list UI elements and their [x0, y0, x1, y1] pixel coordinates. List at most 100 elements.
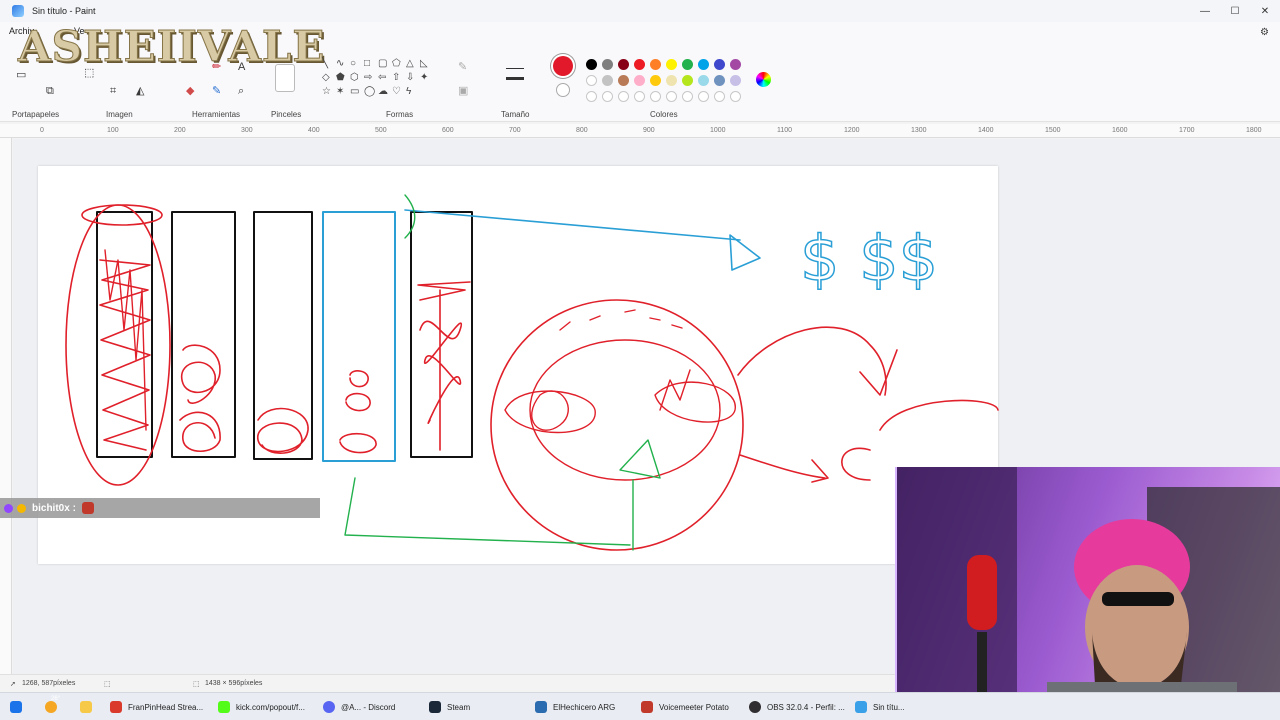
star4-shape-icon[interactable]: ✦	[420, 72, 434, 86]
palette-swatch[interactable]	[634, 59, 645, 70]
callout-oval-shape-icon[interactable]: ◯	[364, 86, 378, 100]
right-triangle-shape-icon[interactable]: ◺	[420, 58, 434, 72]
star5-shape-icon[interactable]: ☆	[322, 86, 336, 100]
copy-icon[interactable]: ⧉	[46, 86, 54, 97]
palette-swatch[interactable]	[714, 59, 725, 70]
custom-color-slot[interactable]	[698, 91, 709, 102]
arrow-right-shape-icon[interactable]: ⇨	[364, 72, 378, 86]
diamond-shape-icon[interactable]: ◇	[322, 72, 336, 86]
ruler-tick-label: 700	[509, 127, 521, 134]
palette-swatch[interactable]	[618, 59, 629, 70]
palette-swatch[interactable]	[730, 59, 741, 70]
oval-shape-icon[interactable]: ○	[350, 58, 364, 72]
palette-swatch[interactable]	[586, 75, 597, 86]
hexagon-shape-icon[interactable]: ⬡	[350, 72, 364, 86]
group-label-shapes: Formas	[386, 110, 414, 119]
taskbar-item-7[interactable]: Sin títu...	[855, 693, 905, 720]
horizontal-ruler: 0 100 200 300 400 500 600 700 800 900 1000 1100 1200…	[0, 124, 1280, 138]
rectangle-shape-icon[interactable]: □	[364, 58, 378, 72]
taskbar-item-3[interactable]: Steam	[429, 693, 470, 720]
heart-shape-icon[interactable]: ♡	[392, 86, 406, 100]
eraser-icon[interactable]: ◆	[186, 86, 194, 97]
taskbar-item-2[interactable]: @A... - Discord	[323, 693, 395, 720]
curve-shape-icon[interactable]: ∿	[336, 58, 350, 72]
maximize-button[interactable]: ☐	[1220, 0, 1250, 22]
ruler-tick-label: 1300	[911, 127, 927, 134]
taskbar-item-4[interactable]: ElHechicero ARG	[535, 693, 615, 720]
taskbar-item-1[interactable]: kick.com/popout/f...	[218, 693, 305, 720]
selection-icon: ⬚	[104, 681, 111, 688]
settings-icon[interactable]: ⚙	[1260, 28, 1269, 38]
custom-color-slot[interactable]	[602, 91, 613, 102]
palette-swatch[interactable]	[682, 59, 693, 70]
ruler-tick-label: 0	[40, 127, 44, 134]
polygon-shape-icon[interactable]: ⬠	[392, 58, 406, 72]
taskbar-item-6[interactable]: OBS 32.0.4 - Perfil: ...	[749, 693, 845, 720]
star6-shape-icon[interactable]: ✶	[336, 86, 350, 100]
lightning-shape-icon[interactable]: ϟ	[406, 86, 420, 100]
palette-swatch[interactable]	[618, 75, 629, 86]
weather-widget[interactable]: 26°	[45, 693, 63, 720]
custom-color-slot[interactable]	[618, 91, 629, 102]
chat-emote-icon	[81, 502, 94, 514]
ribbon-toolbar: Archiv Ve ASHEIIVALE ▭ ⧉ ⬚ ⌗ ◭ ◆ ✎ ⌕ A ✏…	[0, 22, 1280, 122]
ruler-tick-label: 400	[308, 127, 320, 134]
cloud-shape-icon[interactable]: ☁	[378, 86, 392, 100]
pentagon-shape-icon[interactable]: ⬟	[336, 72, 350, 86]
crop-icon[interactable]: ⌗	[110, 86, 116, 97]
palette-swatch[interactable]	[586, 59, 597, 70]
custom-color-slot[interactable]	[730, 91, 741, 102]
line-shape-icon[interactable]: ╲	[322, 58, 336, 72]
color-picker-icon[interactable]: ✎	[212, 86, 221, 97]
outline-icon[interactable]: ✎	[458, 62, 467, 73]
close-button[interactable]: ✕	[1250, 0, 1280, 22]
taskbar-item-0[interactable]: FranPinHead Strea...	[110, 693, 203, 720]
size-icon[interactable]	[506, 68, 524, 80]
paste-icon[interactable]: ▭	[16, 70, 26, 81]
magnifier-icon[interactable]: ⌕	[238, 86, 244, 97]
palette-swatch[interactable]	[730, 75, 741, 86]
edit-colors-icon[interactable]	[756, 72, 771, 87]
color2-swatch[interactable]	[556, 83, 570, 97]
palette-swatch[interactable]	[698, 75, 709, 86]
palette-swatch[interactable]	[698, 59, 709, 70]
custom-color-slot[interactable]	[586, 91, 597, 102]
text-icon[interactable]: A	[238, 62, 245, 73]
custom-color-slot[interactable]	[650, 91, 661, 102]
select-icon[interactable]: ⬚	[84, 68, 94, 79]
palette-swatch[interactable]	[714, 75, 725, 86]
palette-swatch[interactable]	[650, 59, 661, 70]
fill-icon[interactable]: ▣	[458, 86, 468, 97]
custom-color-slot[interactable]	[666, 91, 677, 102]
palette-swatch[interactable]	[650, 75, 661, 86]
palette-swatch[interactable]	[634, 75, 645, 86]
rounded-rect-shape-icon[interactable]: ▢	[378, 58, 392, 72]
custom-color-slot[interactable]	[682, 91, 693, 102]
voicemeeter-icon	[641, 701, 653, 713]
ruler-tick-label: 1000	[710, 127, 726, 134]
arrow-up-shape-icon[interactable]: ⇧	[392, 72, 406, 86]
pencil-icon[interactable]: ✏	[212, 62, 221, 73]
canvas-size: 1438 × 596píxeles	[205, 680, 263, 687]
start-button[interactable]	[10, 693, 22, 720]
window-title: Sin título - Paint	[32, 6, 96, 16]
color1-swatch[interactable]	[553, 56, 573, 76]
palette-swatch[interactable]	[602, 75, 613, 86]
custom-color-slot[interactable]	[714, 91, 725, 102]
arrow-left-shape-icon[interactable]: ⇦	[378, 72, 392, 86]
color-palette	[584, 57, 744, 105]
palette-swatch[interactable]	[666, 59, 677, 70]
triangle-shape-icon[interactable]: △	[406, 58, 420, 72]
minimize-button[interactable]: —	[1190, 0, 1220, 22]
custom-color-slot[interactable]	[634, 91, 645, 102]
palette-swatch[interactable]	[682, 75, 693, 86]
chat-badge-icon	[4, 503, 13, 513]
rotate-icon[interactable]: ◭	[136, 86, 144, 97]
taskbar-item-5[interactable]: Voicemeeter Potato	[641, 693, 729, 720]
palette-swatch[interactable]	[602, 59, 613, 70]
brushes-icon[interactable]	[275, 64, 295, 92]
arrow-down-shape-icon[interactable]: ⇩	[406, 72, 420, 86]
file-explorer-button[interactable]	[80, 693, 98, 720]
palette-swatch[interactable]	[666, 75, 677, 86]
callout-rect-shape-icon[interactable]: ▭	[350, 86, 364, 100]
